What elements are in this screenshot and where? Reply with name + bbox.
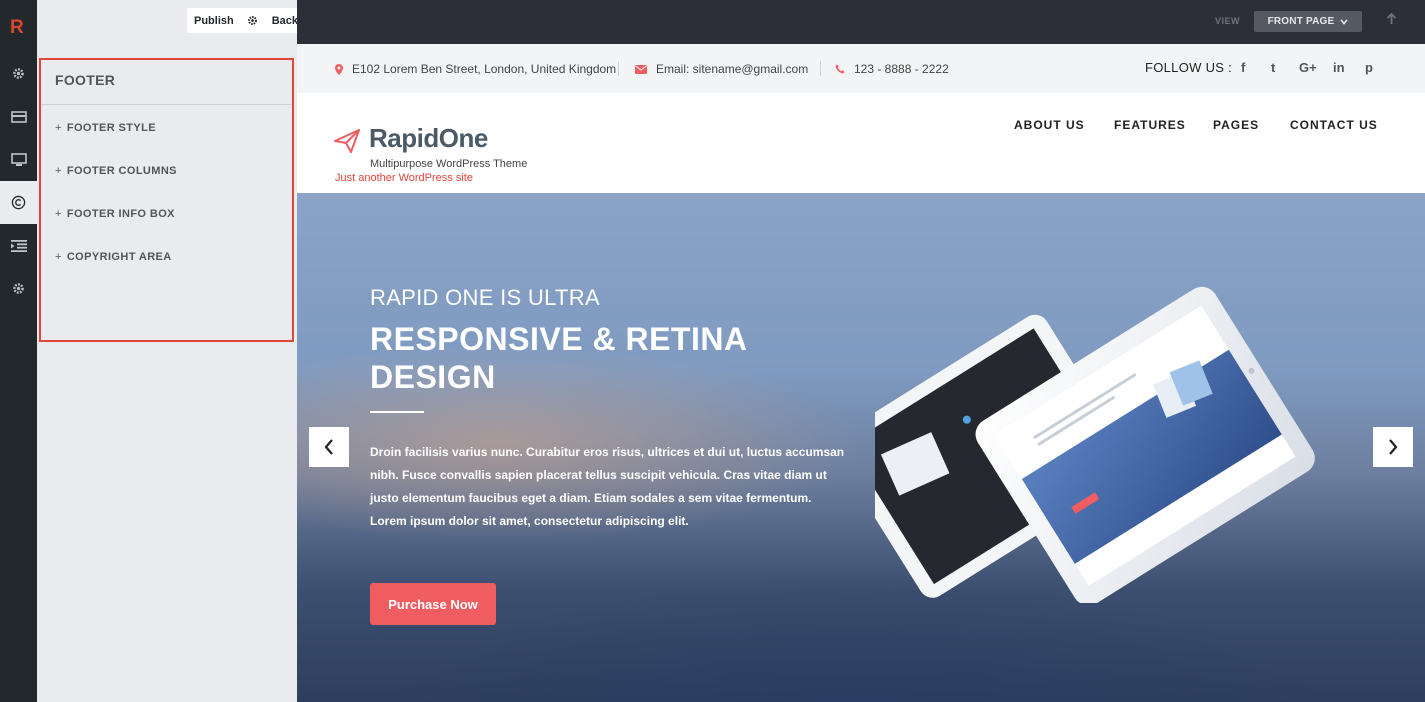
facebook-icon[interactable]: f: [1241, 60, 1245, 75]
pinterest-icon[interactable]: p: [1365, 60, 1373, 75]
site-brand[interactable]: RapidOne: [369, 123, 488, 154]
view-label: VIEW: [1215, 16, 1241, 26]
tablets-image: [875, 286, 1315, 603]
plus-icon: +: [55, 251, 62, 263]
settings-gear-icon[interactable]: [241, 8, 265, 33]
linkedin-icon[interactable]: in: [1333, 60, 1345, 75]
copyright-area-item[interactable]: + COPYRIGHT AREA: [41, 234, 292, 277]
hero-title: RESPONSIVE & RETINA DESIGN: [370, 321, 747, 395]
view-select-value: FRONT PAGE: [1267, 16, 1335, 27]
google-plus-icon[interactable]: G+: [1299, 60, 1317, 75]
phone-info: 123 - 8888 - 2222: [835, 62, 949, 76]
nav-contact-us[interactable]: CONTACT US: [1290, 118, 1378, 132]
footer-style-item[interactable]: + FOOTER STYLE: [41, 105, 292, 148]
envelope-icon: [635, 64, 647, 74]
info-bar: E102 Lorem Ben Street, London, United Ki…: [297, 44, 1425, 93]
site-description: Just another WordPress site: [335, 172, 473, 184]
chevron-down-icon: [1340, 18, 1349, 25]
hero-text: Droin facilisis varius nunc. Curabitur e…: [370, 445, 845, 528]
email-text[interactable]: Email: sitename@gmail.com: [656, 62, 808, 76]
phone-text: 123 - 8888 - 2222: [854, 62, 949, 76]
site-header: RapidOne Multipurpose WordPress Theme Ju…: [297, 93, 1425, 193]
item-label: COPYRIGHT AREA: [66, 251, 172, 263]
customizer-panel: Publish Back FOOTER + FOOTER STYLE + FOOTE…: [37, 0, 306, 702]
next-slide-button[interactable]: [1373, 427, 1413, 467]
nav-about-us[interactable]: ABOUT US: [1014, 118, 1085, 132]
arrow-up-icon[interactable]: [1386, 12, 1397, 28]
site-tagline: Multipurpose WordPress Theme: [370, 158, 528, 170]
hero-subtitle: RAPID ONE IS ULTRA: [370, 285, 600, 310]
publish-group: Publish Back: [187, 8, 306, 33]
chevron-left-icon: [324, 439, 333, 455]
hero-divider: [370, 411, 424, 413]
plus-icon: +: [55, 208, 62, 220]
admin-rail: R: [0, 0, 37, 702]
section-title: FOOTER: [41, 60, 292, 105]
address-info: E102 Lorem Ben Street, London, United Ki…: [335, 62, 616, 76]
twitter-icon[interactable]: t: [1271, 60, 1275, 75]
chevron-right-icon: [1389, 439, 1398, 455]
paper-plane-icon: [334, 129, 360, 153]
nav-pages[interactable]: PAGES: [1213, 118, 1259, 132]
site-preview: VIEW FRONT PAGE E102 Lorem Ben Street, L…: [297, 0, 1425, 702]
nav-features[interactable]: FEATURES: [1114, 118, 1186, 132]
monitor-icon[interactable]: [0, 138, 37, 181]
copyright-icon[interactable]: [0, 181, 37, 224]
footer-columns-item[interactable]: + FOOTER COLUMNS: [41, 148, 292, 191]
hero-slider: RAPID ONE IS ULTRA RESPONSIVE & RETINA D…: [297, 193, 1425, 702]
prev-slide-button[interactable]: [309, 427, 349, 467]
divider: [618, 61, 619, 76]
indent-icon[interactable]: [0, 224, 37, 267]
plus-icon: +: [55, 122, 62, 134]
plus-icon: +: [55, 165, 62, 177]
divider: [820, 61, 821, 76]
purchase-now-button[interactable]: Purchase Now: [370, 583, 496, 625]
publish-button[interactable]: Publish: [187, 8, 241, 33]
item-label: FOOTER STYLE: [66, 122, 156, 134]
address-text: E102 Lorem Ben Street, London, United Ki…: [352, 62, 617, 76]
follow-label: FOLLOW US :: [1145, 60, 1233, 75]
view-select[interactable]: FRONT PAGE: [1254, 11, 1362, 32]
preview-toolbar: VIEW FRONT PAGE: [297, 0, 1425, 44]
gear-icon[interactable]: [0, 267, 37, 310]
logo: R: [10, 17, 24, 38]
card-icon[interactable]: [0, 95, 37, 138]
footer-info-box-item[interactable]: + FOOTER INFO BOX: [41, 191, 292, 234]
item-label: FOOTER INFO BOX: [66, 208, 175, 220]
item-label: FOOTER COLUMNS: [66, 165, 177, 177]
gear-icon[interactable]: [0, 52, 37, 95]
phone-icon: [835, 64, 845, 74]
email-info: Email: sitename@gmail.com: [635, 62, 808, 76]
footer-section: FOOTER + FOOTER STYLE + FOOTER COLUMNS + FO…: [39, 58, 294, 342]
map-pin-icon: [335, 63, 343, 75]
